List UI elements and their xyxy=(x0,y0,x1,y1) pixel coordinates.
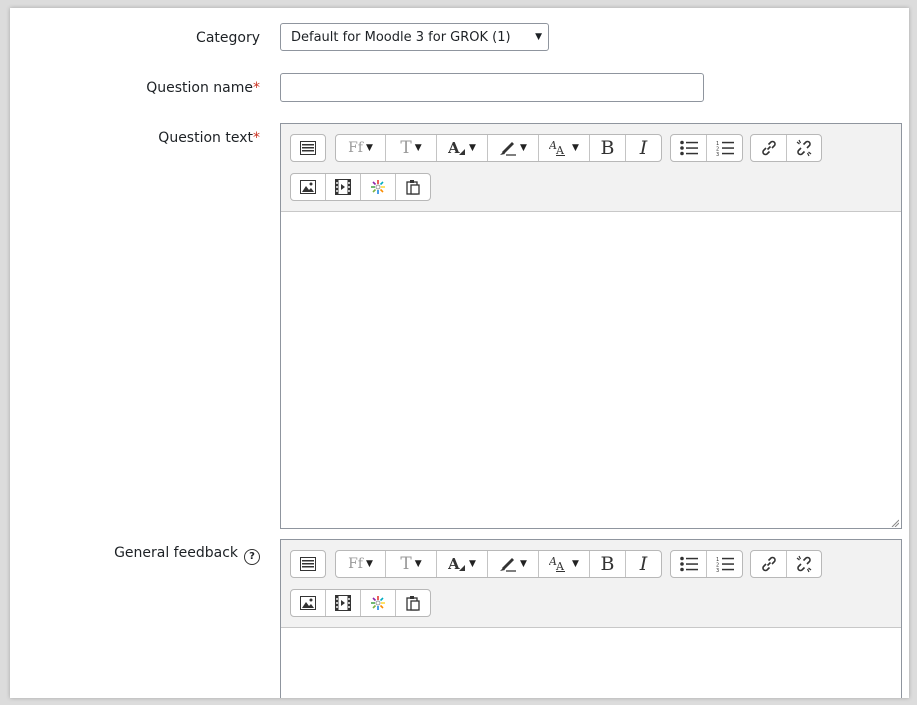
image-button[interactable] xyxy=(291,590,326,616)
general-feedback-label: General feedback? xyxy=(114,545,260,565)
image-button[interactable] xyxy=(291,174,326,200)
text-style-icon: AA xyxy=(549,140,566,156)
help-icon[interactable]: ? xyxy=(244,549,260,565)
question-name-input[interactable] xyxy=(280,73,704,102)
question-text-content[interactable] xyxy=(281,212,901,529)
required-icon: * xyxy=(253,130,260,146)
link-button[interactable] xyxy=(751,551,787,577)
resize-handle-icon xyxy=(891,519,899,527)
font-color-button[interactable]: A ▼ xyxy=(437,135,488,161)
unordered-list-button[interactable] xyxy=(671,135,707,161)
svg-text:A: A xyxy=(555,560,565,572)
toolbar-group-insert xyxy=(290,589,431,617)
font-size-icon: T xyxy=(400,554,412,574)
text-style-button[interactable]: A A ▼ xyxy=(539,135,590,161)
image-icon xyxy=(300,596,316,610)
toolbar-group-lists: 123 xyxy=(670,134,743,162)
toolbar-group-style: Ff ▼ T ▼ A ▼ ▼ A A ▼ B I xyxy=(335,550,662,578)
unlink-icon xyxy=(796,139,812,157)
general-feedback-editor: Ff ▼ T ▼ A ▼ ▼ A A ▼ B I 123 xyxy=(280,539,902,698)
toolbar-group-style: Ff ▼ T ▼ A ▼ ▼ A A ▼ B I xyxy=(335,134,662,162)
link-icon xyxy=(761,556,776,572)
background-color-icon xyxy=(500,142,517,156)
chevron-down-icon: ▼ xyxy=(535,32,542,42)
unordered-list-icon xyxy=(679,556,698,572)
font-color-icon: A xyxy=(448,140,466,156)
toolbar-group-more xyxy=(290,134,326,162)
font-size-icon: T xyxy=(400,138,412,158)
font-family-icon: Ff xyxy=(348,556,363,572)
bold-icon: B xyxy=(600,137,615,159)
question-text-editor: Ff ▼ T ▼ A ▼ ▼ A A ▼ B I 123 xyxy=(280,123,902,529)
toolbar-group-links xyxy=(750,134,822,162)
h5p-icon xyxy=(371,180,385,194)
h5p-icon xyxy=(371,596,385,610)
link-button[interactable] xyxy=(751,135,787,161)
font-color-button[interactable]: A ▼ xyxy=(437,551,488,577)
unordered-list-icon xyxy=(679,140,698,156)
show-more-buttons-button[interactable] xyxy=(291,551,325,577)
background-color-button[interactable]: ▼ xyxy=(488,135,539,161)
paste-icon xyxy=(406,596,420,611)
svg-text:A: A xyxy=(448,556,460,572)
question-name-label: Question name* xyxy=(146,80,260,96)
show-more-buttons-icon xyxy=(300,557,316,571)
ordered-list-button[interactable]: 123 xyxy=(707,551,742,577)
category-select-value: Default for Moodle 3 for GROK (1) xyxy=(291,30,511,45)
background-color-button[interactable]: ▼ xyxy=(488,551,539,577)
svg-text:A: A xyxy=(555,144,565,156)
unlink-icon xyxy=(796,555,812,573)
bold-button[interactable]: B xyxy=(590,551,626,577)
svg-text:A: A xyxy=(448,140,460,156)
ordered-list-button[interactable]: 123 xyxy=(707,135,742,161)
italic-button[interactable]: I xyxy=(626,135,661,161)
font-color-icon: A xyxy=(448,556,466,572)
toolbar-group-insert xyxy=(290,173,431,201)
italic-icon: I xyxy=(639,553,648,575)
general-feedback-content[interactable] xyxy=(281,628,901,698)
background-color-icon xyxy=(500,558,517,572)
unlink-button[interactable] xyxy=(787,135,821,161)
category-select[interactable]: Default for Moodle 3 for GROK (1) ▼ xyxy=(280,23,549,51)
editor-toolbar: Ff ▼ T ▼ A ▼ ▼ A A ▼ B I 123 xyxy=(281,540,901,628)
required-icon: * xyxy=(253,80,260,96)
italic-icon: I xyxy=(639,137,648,159)
toolbar-group-lists: 123 xyxy=(670,550,743,578)
h5p-button[interactable] xyxy=(361,590,396,616)
italic-button[interactable]: I xyxy=(626,551,661,577)
paste-icon xyxy=(406,180,420,195)
category-label: Category xyxy=(196,30,260,46)
show-more-buttons-icon xyxy=(300,141,316,155)
toolbar-group-more xyxy=(290,550,326,578)
link-icon xyxy=(761,140,776,156)
show-more-buttons-button[interactable] xyxy=(291,135,325,161)
editor-toolbar: Ff ▼ T ▼ A ▼ ▼ A A ▼ B I 123 xyxy=(281,124,901,212)
question-text-label: Question text* xyxy=(158,130,260,146)
h5p-button[interactable] xyxy=(361,174,396,200)
paste-button[interactable] xyxy=(396,174,430,200)
font-family-button[interactable]: Ff ▼ xyxy=(336,551,386,577)
font-family-button[interactable]: Ff ▼ xyxy=(336,135,386,161)
media-icon xyxy=(335,179,351,195)
bold-icon: B xyxy=(600,553,615,575)
toolbar-group-links xyxy=(750,550,822,578)
ordered-list-icon: 123 xyxy=(716,557,734,572)
media-icon xyxy=(335,595,351,611)
ordered-list-icon: 123 xyxy=(716,141,734,156)
unordered-list-button[interactable] xyxy=(671,551,707,577)
question-form: Category Default for Moodle 3 for GROK (… xyxy=(10,8,909,698)
media-button[interactable] xyxy=(326,174,361,200)
bold-button[interactable]: B xyxy=(590,135,626,161)
font-size-button[interactable]: T ▼ xyxy=(386,135,437,161)
media-button[interactable] xyxy=(326,590,361,616)
image-icon xyxy=(300,180,316,194)
paste-button[interactable] xyxy=(396,590,430,616)
text-style-button[interactable]: A A ▼ xyxy=(539,551,590,577)
unlink-button[interactable] xyxy=(787,551,821,577)
svg-text:3: 3 xyxy=(716,152,719,156)
font-size-button[interactable]: T ▼ xyxy=(386,551,437,577)
svg-text:3: 3 xyxy=(716,568,719,572)
text-style-icon: AA xyxy=(549,556,566,572)
font-family-icon: Ff xyxy=(348,140,363,156)
